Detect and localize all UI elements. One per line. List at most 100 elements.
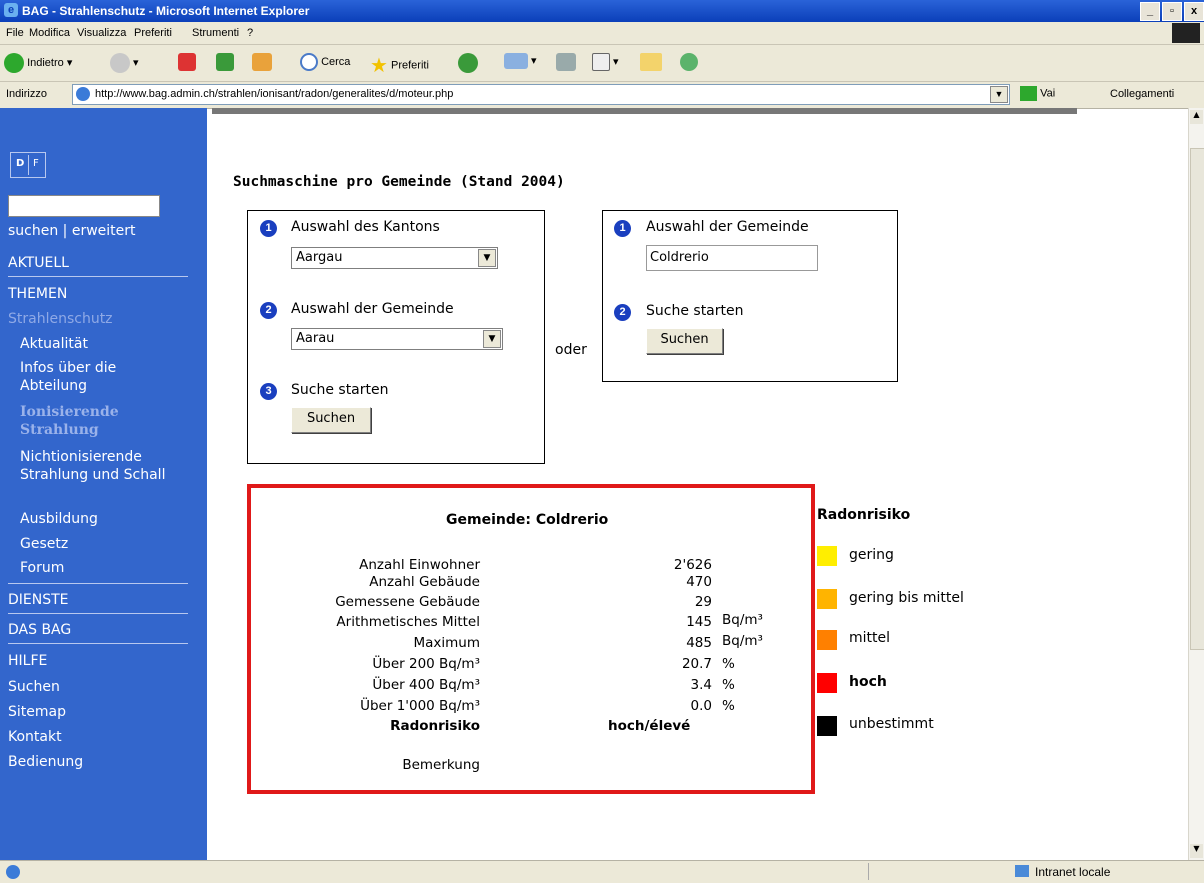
radon-risk-value: hoch/élevé xyxy=(608,718,691,734)
sidebar: D F suchen | erweitert AKTUELL THEMEN St… xyxy=(0,108,207,860)
home-button[interactable] xyxy=(252,53,272,71)
back-arrow-icon xyxy=(4,53,24,73)
step-1-icon: 1 xyxy=(260,220,277,237)
windows-logo-icon xyxy=(1172,23,1200,43)
nav-ionisierende-strahlung[interactable]: Ionisierende Strahlung xyxy=(20,403,170,439)
edit-button[interactable]: ▾ xyxy=(592,53,619,71)
municipality-search-box: 1 Auswahl der Gemeinde Coldrerio 2 Suche… xyxy=(602,210,898,382)
minimize-button[interactable]: _ xyxy=(1140,2,1160,21)
search-links[interactable]: suchen | erweitert xyxy=(8,223,136,239)
lang-fr[interactable]: F xyxy=(33,158,39,169)
messenger-button[interactable] xyxy=(680,53,698,71)
title-bar: e BAG - Strahlenschutz - Microsoft Inter… xyxy=(0,0,1204,22)
nav-bedienung[interactable]: Bedienung xyxy=(8,754,83,770)
step-1-icon: 1 xyxy=(614,220,631,237)
result-row-value: 0.0 xyxy=(690,698,712,714)
canton-search-box: 1 Auswahl des Kantons Aargau ▼ 2 Auswahl… xyxy=(247,210,545,464)
address-dropdown-icon[interactable]: ▼ xyxy=(990,86,1008,103)
forward-button[interactable]: ▾ xyxy=(110,53,139,73)
search-button[interactable]: Cerca xyxy=(300,53,350,71)
result-row-unit: % xyxy=(722,656,735,672)
stop-icon xyxy=(178,53,196,71)
nav-themen[interactable]: THEMEN xyxy=(8,286,67,302)
municipality-input[interactable]: Coldrerio xyxy=(646,245,818,271)
vertical-scrollbar[interactable]: ▲ ▼ xyxy=(1188,108,1204,860)
scroll-down-icon[interactable]: ▼ xyxy=(1190,844,1203,858)
discuss-button[interactable] xyxy=(640,53,662,71)
links-button[interactable]: Collegamenti xyxy=(1110,88,1174,100)
result-row-unit: % xyxy=(722,698,735,714)
start-search-label-right: Suche starten xyxy=(646,303,744,319)
word-icon xyxy=(592,53,610,71)
maximize-button[interactable]: ▫ xyxy=(1162,2,1182,21)
menu-preferiti[interactable]: Preferiti xyxy=(134,27,172,39)
nav-das-bag[interactable]: DAS BAG xyxy=(8,622,71,638)
status-bar: Intranet locale xyxy=(0,860,1204,883)
nav-sitemap[interactable]: Sitemap xyxy=(8,704,66,720)
legend-item: gering xyxy=(849,547,894,563)
nav-forum[interactable]: Forum xyxy=(20,559,64,577)
legend-swatch-mittel xyxy=(817,630,837,650)
lang-de[interactable]: D xyxy=(16,158,24,169)
mail-icon xyxy=(504,53,528,69)
legend-swatch-gering-bis-mittel xyxy=(817,589,837,609)
nav-infos-abteilung[interactable]: Infos über die Abteilung xyxy=(20,359,170,395)
nav-gesetz[interactable]: Gesetz xyxy=(20,535,68,553)
nav-strahlenschutz[interactable]: Strahlenschutz xyxy=(8,311,113,327)
address-label: Indirizzo xyxy=(6,88,47,100)
result-title: Gemeinde: Coldrerio xyxy=(446,512,609,528)
address-url: http://www.bag.admin.ch/strahlen/ionisan… xyxy=(95,88,454,100)
nav-nichtionisierende[interactable]: Nichtionisierende Strahlung und Schall xyxy=(20,448,180,484)
menu-help[interactable]: ? xyxy=(247,27,253,39)
go-button[interactable]: Vai xyxy=(1020,86,1055,101)
menu-file[interactable]: File xyxy=(6,27,24,39)
toolbar: Indietro ▾ ▾ Cerca ★ Preferiti ▾ ▾ xyxy=(0,45,1204,82)
refresh-button[interactable] xyxy=(216,53,234,71)
close-button[interactable]: x xyxy=(1184,2,1204,21)
intranet-icon xyxy=(1015,865,1029,877)
legend-title: Radonrisiko xyxy=(817,507,911,523)
step-2-icon: 2 xyxy=(614,304,631,321)
nav-hilfe[interactable]: HILFE xyxy=(8,653,47,669)
result-row-label: Gemessene Gebäude xyxy=(335,594,480,610)
result-row-value: 2'626 xyxy=(673,557,712,573)
nav-dienste[interactable]: DIENSTE xyxy=(8,592,69,608)
search-button-right[interactable]: Suchen xyxy=(646,328,723,354)
history-button[interactable] xyxy=(458,53,478,73)
municipality-label-right: Auswahl der Gemeinde xyxy=(646,219,809,235)
result-row-value: 3.4 xyxy=(690,677,712,693)
result-row-label: Maximum xyxy=(413,635,480,651)
mail-button[interactable]: ▾ xyxy=(504,53,537,69)
municipality-select[interactable]: Aarau ▼ xyxy=(291,328,503,350)
legend-swatch-hoch xyxy=(817,673,837,693)
search-button-left[interactable]: Suchen xyxy=(291,407,371,433)
nav-aktualitaet[interactable]: Aktualität xyxy=(20,335,88,353)
canton-label: Auswahl des Kantons xyxy=(291,219,440,235)
menu-modifica[interactable]: Modifica xyxy=(29,27,70,39)
page-status-icon xyxy=(6,865,20,879)
sidebar-search-input[interactable] xyxy=(8,195,160,217)
page-title: Suchmaschine pro Gemeinde (Stand 2004) xyxy=(233,174,565,190)
scroll-thumb[interactable] xyxy=(1190,148,1204,650)
remark-label: Bemerkung xyxy=(402,757,480,773)
address-input[interactable]: http://www.bag.admin.ch/strahlen/ionisan… xyxy=(72,84,1010,105)
canton-select[interactable]: Aargau ▼ xyxy=(291,247,498,269)
nav-kontakt[interactable]: Kontakt xyxy=(8,729,62,745)
chevron-down-icon: ▼ xyxy=(478,249,496,267)
stop-button[interactable] xyxy=(178,53,196,71)
result-row-label: Arithmetisches Mittel xyxy=(336,614,480,630)
result-row-label: Anzahl Gebäude xyxy=(369,574,480,590)
nav-aktuell[interactable]: AKTUELL xyxy=(8,255,69,271)
print-button[interactable] xyxy=(556,53,576,71)
top-nav-strip xyxy=(212,108,1077,114)
scroll-up-icon[interactable]: ▲ xyxy=(1190,110,1203,124)
menu-strumenti[interactable]: Strumenti xyxy=(192,27,239,39)
nav-suchen[interactable]: Suchen xyxy=(8,679,60,695)
zone-label: Intranet locale xyxy=(1035,865,1111,879)
favorites-button[interactable]: ★ Preferiti xyxy=(370,53,429,78)
menu-visualizza[interactable]: Visualizza xyxy=(77,27,126,39)
messenger-icon xyxy=(680,53,698,71)
back-button[interactable]: Indietro ▾ xyxy=(4,53,72,73)
nav-ausbildung[interactable]: Ausbildung xyxy=(20,510,98,528)
page-icon xyxy=(76,87,90,101)
